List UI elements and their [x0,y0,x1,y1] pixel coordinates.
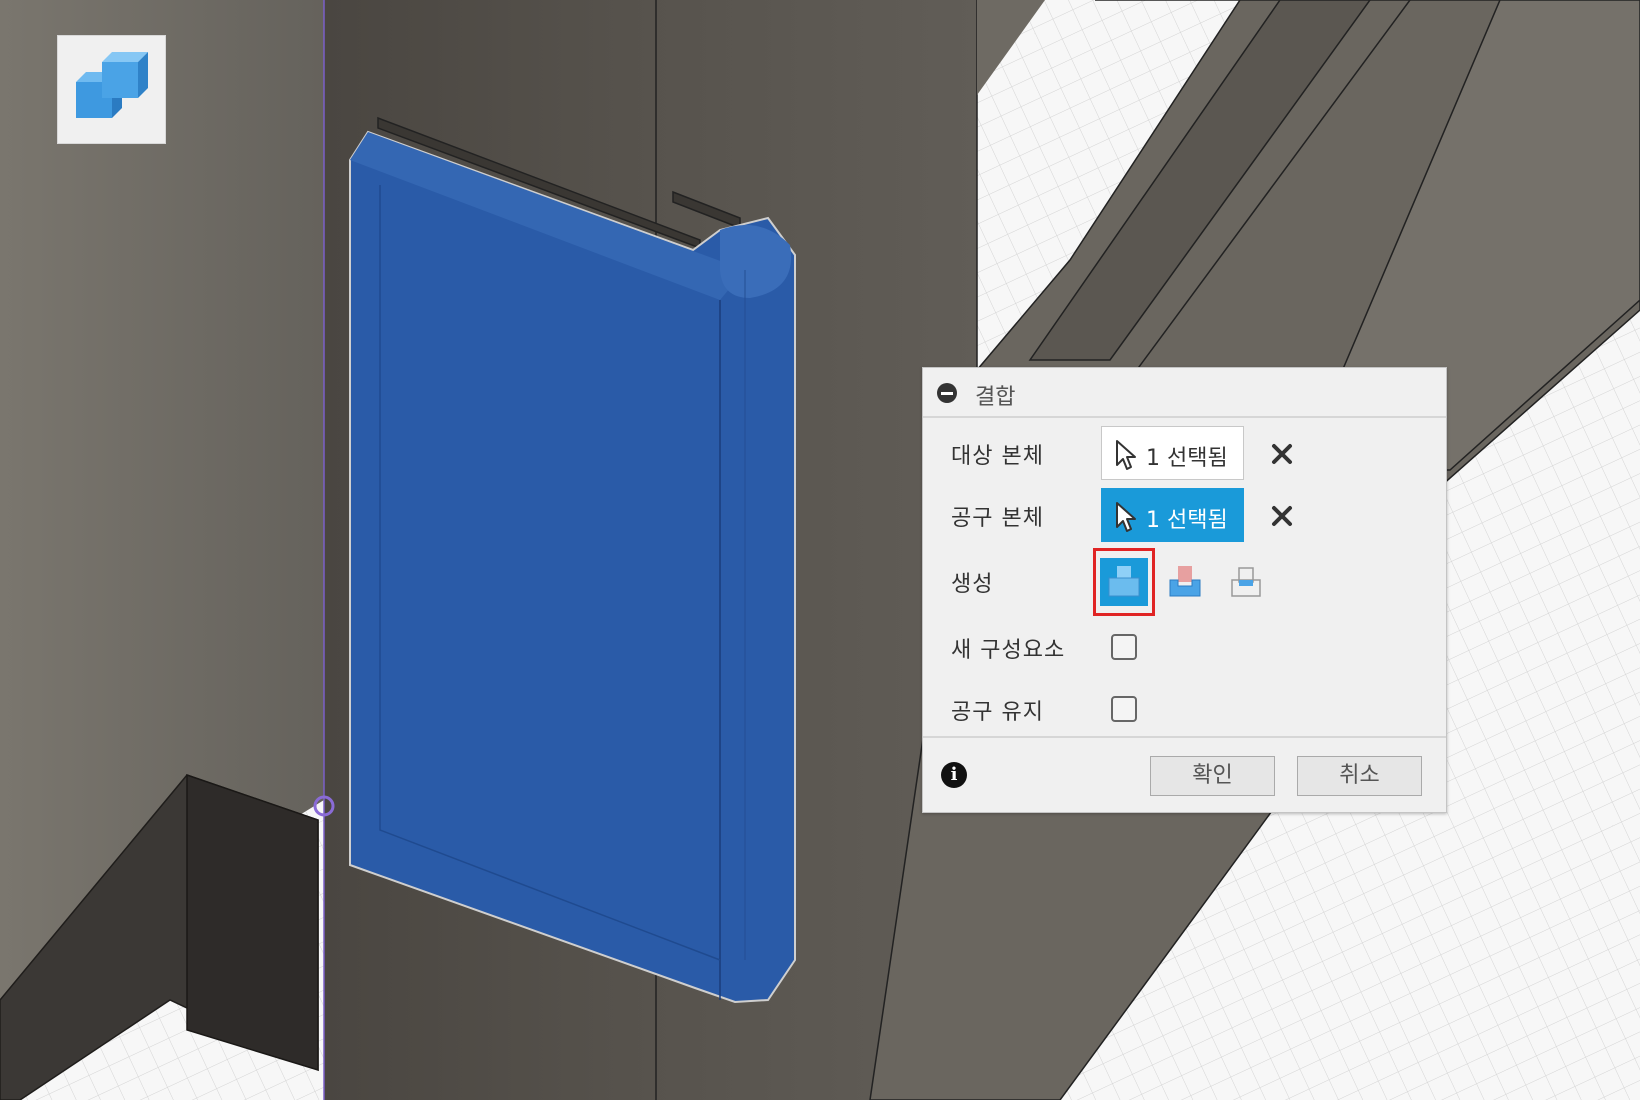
combine-dialog: 결합 대상 본체 1 선택됨 공구 본체 1 선택됨 생성 새 구성요소 공구 … [922,367,1447,813]
target-body-label: 대상 본체 [951,444,1044,469]
selected-body[interactable] [349,116,796,1004]
intersect-icon [1231,567,1261,597]
ok-button[interactable]: 확인 [1150,756,1275,796]
target-body-row: 대상 본체 1 선택됨 [923,424,1446,484]
collapse-icon[interactable] [937,383,957,403]
join-icon [1108,566,1140,597]
target-body-select-button[interactable]: 1 선택됨 [1101,426,1244,480]
keep-tools-checkbox[interactable] [1111,696,1137,722]
keep-tools-label: 공구 유지 [951,700,1044,725]
clear-target-icon[interactable] [1267,439,1297,469]
tool-bodies-value: 1 선택됨 [1146,508,1228,533]
target-body-value: 1 선택됨 [1146,446,1228,471]
new-component-label: 새 구성요소 [951,638,1066,663]
cut-icon [1169,566,1201,597]
intersect-operation-button[interactable] [1222,558,1270,606]
clear-tools-icon[interactable] [1267,501,1297,531]
dialog-title: 결합 [975,385,1016,410]
cancel-button[interactable]: 취소 [1297,756,1422,796]
dialog-footer: i 확인 취소 [923,736,1446,814]
new-component-row: 새 구성요소 [923,618,1446,678]
dialog-header: 결합 [923,368,1446,418]
combine-tool-icon [57,35,166,144]
cursor-arrow-icon [1116,502,1136,532]
join-operation-button[interactable] [1100,558,1148,606]
keep-tools-row: 공구 유지 [923,680,1446,740]
cut-operation-button[interactable] [1161,558,1209,606]
operation-row: 생성 [923,548,1446,616]
tool-bodies-select-button[interactable]: 1 선택됨 [1101,488,1244,542]
tool-bodies-label: 공구 본체 [951,506,1044,531]
info-icon[interactable]: i [941,762,967,788]
cursor-arrow-icon [1116,440,1136,470]
new-component-checkbox[interactable] [1111,634,1137,660]
operation-label: 생성 [951,572,994,597]
tool-bodies-row: 공구 본체 1 선택됨 [923,486,1446,546]
